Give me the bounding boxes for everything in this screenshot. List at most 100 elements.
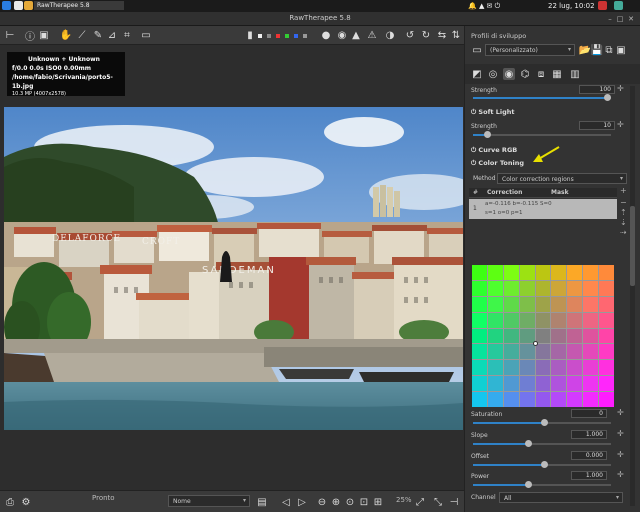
grid-cell[interactable] bbox=[535, 280, 551, 296]
clipped-shadow-icon[interactable]: ◉ bbox=[336, 29, 348, 41]
fullscreen-icon[interactable]: ⤡ bbox=[432, 496, 444, 508]
grid-cell[interactable] bbox=[583, 344, 599, 360]
straighten-icon[interactable]: ⊿ bbox=[106, 29, 118, 41]
rotate-right-icon[interactable]: ↻ bbox=[420, 29, 432, 41]
grid-cell[interactable] bbox=[551, 328, 567, 344]
grid-cell[interactable] bbox=[472, 265, 487, 280]
offset-value[interactable]: 0.000 bbox=[571, 451, 607, 460]
grid-cell[interactable] bbox=[503, 296, 519, 312]
move-down-icon[interactable]: ⇣ bbox=[620, 218, 627, 227]
photo-preview[interactable]: DELAFORCE CROFT SANDEMAN bbox=[4, 107, 463, 430]
grid-cell[interactable] bbox=[535, 360, 551, 376]
strength-top-slider[interactable] bbox=[473, 94, 611, 101]
grid-cell[interactable] bbox=[551, 280, 567, 296]
zoom-100-icon[interactable]: ⊙ bbox=[344, 496, 356, 508]
slope-slider[interactable] bbox=[473, 440, 611, 447]
grid-cell[interactable] bbox=[599, 376, 614, 392]
tray-app-icon[interactable] bbox=[598, 1, 607, 10]
grid-cell[interactable] bbox=[472, 328, 487, 344]
tray-status-icon[interactable] bbox=[614, 1, 623, 10]
grid-cell[interactable] bbox=[567, 360, 583, 376]
profile-type-icon[interactable]: ▭ bbox=[471, 44, 483, 56]
close-icon[interactable]: ✕ bbox=[627, 15, 635, 23]
pixel-peep-icon[interactable]: ◑ bbox=[384, 29, 396, 41]
tray-icons[interactable]: 🔔 ▲ ✉ ⏻ bbox=[468, 2, 500, 11]
color-picker-icon[interactable]: ✎ bbox=[92, 29, 104, 41]
grid-cell[interactable] bbox=[487, 392, 503, 407]
curve-rgb-header[interactable]: ⏻ Curve RGB bbox=[471, 146, 517, 155]
strength-value[interactable]: 10 bbox=[579, 121, 615, 130]
grid-cell[interactable] bbox=[551, 360, 567, 376]
slope-value[interactable]: 1.000 bbox=[571, 430, 607, 439]
clipped-highlight-icon[interactable]: ▲ bbox=[350, 29, 362, 41]
tab-advanced-icon[interactable]: ⌬ bbox=[519, 68, 531, 80]
remove-region-icon[interactable]: − bbox=[620, 198, 627, 207]
grid-cell[interactable] bbox=[583, 360, 599, 376]
power-icon[interactable]: ⏻ bbox=[471, 108, 476, 116]
grid-cell[interactable] bbox=[519, 360, 535, 376]
grid-cell[interactable] bbox=[472, 312, 487, 328]
channel-indicators[interactable] bbox=[258, 34, 318, 38]
grid-cell[interactable] bbox=[551, 376, 567, 392]
focus-mask-icon[interactable]: ▮ bbox=[244, 29, 256, 41]
power-reset-icon[interactable]: ✛ bbox=[617, 470, 624, 479]
sort-dropdown[interactable]: Nome ▾ bbox=[168, 495, 250, 507]
grid-cell[interactable] bbox=[503, 265, 519, 280]
grid-cell[interactable] bbox=[551, 265, 567, 280]
panel-toggle-icon[interactable]: ⊢ bbox=[4, 29, 16, 41]
grid-cell[interactable] bbox=[551, 296, 567, 312]
grid-cell[interactable] bbox=[567, 328, 583, 344]
saturation-reset-icon[interactable]: ✛ bbox=[617, 408, 624, 417]
right-panel-toggle-icon[interactable]: ⊣ bbox=[448, 496, 460, 508]
strength-top-reset-icon[interactable]: ✛ bbox=[617, 84, 624, 93]
before-after-icon[interactable]: ▣ bbox=[38, 29, 50, 41]
paste-profile-icon[interactable]: ▣ bbox=[615, 44, 627, 56]
grid-cell[interactable] bbox=[599, 280, 614, 296]
flip-vertical-icon[interactable]: ⇅ bbox=[450, 29, 462, 41]
grid-cell[interactable] bbox=[551, 392, 567, 407]
grid-cell[interactable] bbox=[535, 265, 551, 280]
tab-color-icon[interactable]: ◉ bbox=[503, 68, 515, 80]
app-menu-icon[interactable] bbox=[2, 1, 11, 10]
grid-cell[interactable] bbox=[487, 265, 503, 280]
grid-cell[interactable] bbox=[535, 296, 551, 312]
zoom-fit-icon[interactable]: ⊡ bbox=[358, 496, 370, 508]
grid-cell[interactable] bbox=[472, 280, 487, 296]
grid-cell[interactable] bbox=[487, 296, 503, 312]
soft-light-header[interactable]: ⏻ Soft Light bbox=[471, 108, 515, 117]
copy-region-icon[interactable]: ⇢ bbox=[620, 228, 627, 237]
grid-cell[interactable] bbox=[519, 265, 535, 280]
move-up-icon[interactable]: ⇡ bbox=[620, 208, 627, 217]
grid-cell[interactable] bbox=[583, 376, 599, 392]
tab-exposure-icon[interactable]: ◩ bbox=[471, 68, 483, 80]
grid-cell[interactable] bbox=[567, 265, 583, 280]
grid-cell[interactable] bbox=[487, 312, 503, 328]
grid-cell[interactable] bbox=[487, 280, 503, 296]
grid-point-handle[interactable] bbox=[533, 341, 538, 346]
grid-cell[interactable] bbox=[472, 296, 487, 312]
grid-cell[interactable] bbox=[535, 376, 551, 392]
files-icon[interactable] bbox=[14, 1, 23, 10]
power-value[interactable]: 1.000 bbox=[571, 471, 607, 480]
thumbnail-icon[interactable]: ▤ bbox=[256, 496, 268, 508]
zoom-in-icon[interactable]: ⊕ bbox=[330, 496, 342, 508]
maximize-icon[interactable]: □ bbox=[616, 15, 624, 23]
grid-cell[interactable] bbox=[535, 312, 551, 328]
grid-cell[interactable] bbox=[599, 392, 614, 407]
grid-cell[interactable] bbox=[503, 360, 519, 376]
strength-slider[interactable] bbox=[473, 131, 611, 138]
grid-cell[interactable] bbox=[551, 312, 567, 328]
grid-cell[interactable] bbox=[583, 392, 599, 407]
method-dropdown[interactable]: Color correction regions ▾ bbox=[497, 173, 627, 184]
warning-icon[interactable]: ⚠ bbox=[366, 29, 378, 41]
clock[interactable]: 22 lug, 10:02 bbox=[548, 2, 595, 10]
info-icon[interactable]: ⓘ bbox=[24, 29, 36, 43]
chrome-icon[interactable] bbox=[24, 1, 33, 10]
nav-next-icon[interactable]: ▷ bbox=[296, 496, 308, 508]
color-correction-grid[interactable] bbox=[472, 265, 614, 407]
grid-cell[interactable] bbox=[503, 392, 519, 407]
slope-reset-icon[interactable]: ✛ bbox=[617, 429, 624, 438]
tab-detail-icon[interactable]: ◎ bbox=[487, 68, 499, 80]
grid-cell[interactable] bbox=[583, 296, 599, 312]
preview-mode-icon[interactable]: ● bbox=[320, 29, 332, 41]
